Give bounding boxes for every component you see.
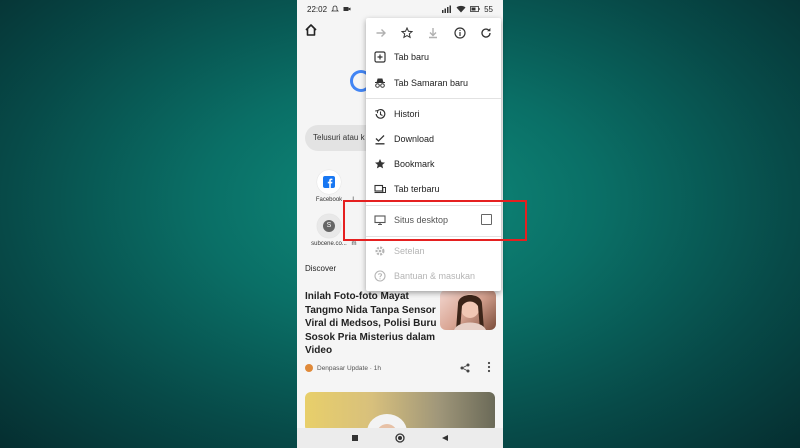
site-letter-icon: S <box>317 214 341 238</box>
menu-item-new-tab[interactable]: Tab baru <box>366 45 501 69</box>
status-bar: 22:02 55 <box>297 0 503 18</box>
star-outline-icon[interactable] <box>399 25 415 41</box>
plus-box-icon <box>373 50 387 64</box>
menu-item-label: Download <box>394 134 435 144</box>
shortcut-label: m <box>351 241 357 247</box>
info-icon[interactable] <box>452 25 468 41</box>
download-icon[interactable] <box>425 25 441 41</box>
signal-icon <box>442 5 452 13</box>
shortcut-2[interactable]: L <box>347 170 361 203</box>
video-icon <box>343 7 351 11</box>
browser-overflow-menu: Tab baru Tab Samaran baru Histori Downlo… <box>366 18 501 291</box>
battery-level: 55 <box>484 4 493 14</box>
menu-item-incognito-tab[interactable]: Tab Samaran baru <box>366 71 501 95</box>
incognito-icon <box>373 76 387 90</box>
facebook-icon <box>317 170 341 194</box>
card-image <box>367 414 407 448</box>
help-icon <box>373 269 387 283</box>
portrait-image <box>454 294 486 330</box>
system-nav-bar <box>297 428 503 448</box>
article-source: Denpasar Update · 1h <box>305 364 381 372</box>
source-label: Denpasar Update · 1h <box>317 364 381 372</box>
gear-icon <box>373 244 387 258</box>
menu-item-label: Histori <box>394 109 420 119</box>
star-icon <box>373 157 387 171</box>
refresh-icon[interactable] <box>478 25 494 41</box>
back-icon[interactable] <box>441 434 449 442</box>
home-button-icon[interactable] <box>395 433 405 443</box>
wifi-icon <box>456 5 466 13</box>
menu-item-label: Tab Samaran baru <box>394 78 469 88</box>
menu-item-download[interactable]: Download <box>366 127 501 151</box>
forward-icon[interactable] <box>373 25 389 41</box>
menu-item-label: Tab baru <box>394 52 430 62</box>
menu-item-label: Bookmark <box>394 159 435 169</box>
shortcut-label: subcene.co... <box>311 241 347 247</box>
shortcut-label: Facebook <box>315 197 343 203</box>
menu-item-recent-tabs[interactable]: Tab terbaru <box>366 177 501 201</box>
history-icon <box>373 107 387 121</box>
menu-item-bookmark[interactable]: Bookmark <box>366 152 501 176</box>
download-check-icon <box>373 132 387 146</box>
article-title[interactable]: Inilah Foto-foto Mayat Tangmo Nida Tanpa… <box>305 290 437 358</box>
recents-icon[interactable] <box>351 434 359 442</box>
home-icon[interactable] <box>303 22 319 38</box>
menu-action-row <box>366 18 501 48</box>
clock: 22:02 <box>307 4 328 14</box>
annotation-highlight-box <box>343 200 527 241</box>
menu-item-help[interactable]: Bantuan & masukan <box>366 264 501 288</box>
article-card-image[interactable] <box>305 392 495 448</box>
menu-divider <box>366 98 501 99</box>
source-logo-icon <box>305 364 313 372</box>
menu-item-history[interactable]: Histori <box>366 102 501 126</box>
menu-item-label: Bantuan & masukan <box>394 271 476 281</box>
shortcut-facebook[interactable]: Facebook <box>309 170 349 203</box>
discover-label: Discover <box>305 264 337 273</box>
share-icon[interactable] <box>460 363 470 373</box>
more-vert-icon[interactable] <box>487 361 491 373</box>
menu-item-settings[interactable]: Setelan <box>366 239 501 263</box>
notification-icon <box>331 5 339 12</box>
devices-icon <box>373 182 387 196</box>
menu-item-label: Tab terbaru <box>394 184 440 194</box>
article-thumbnail[interactable] <box>440 290 496 330</box>
battery-icon <box>470 6 480 12</box>
menu-item-label: Setelan <box>394 246 425 256</box>
